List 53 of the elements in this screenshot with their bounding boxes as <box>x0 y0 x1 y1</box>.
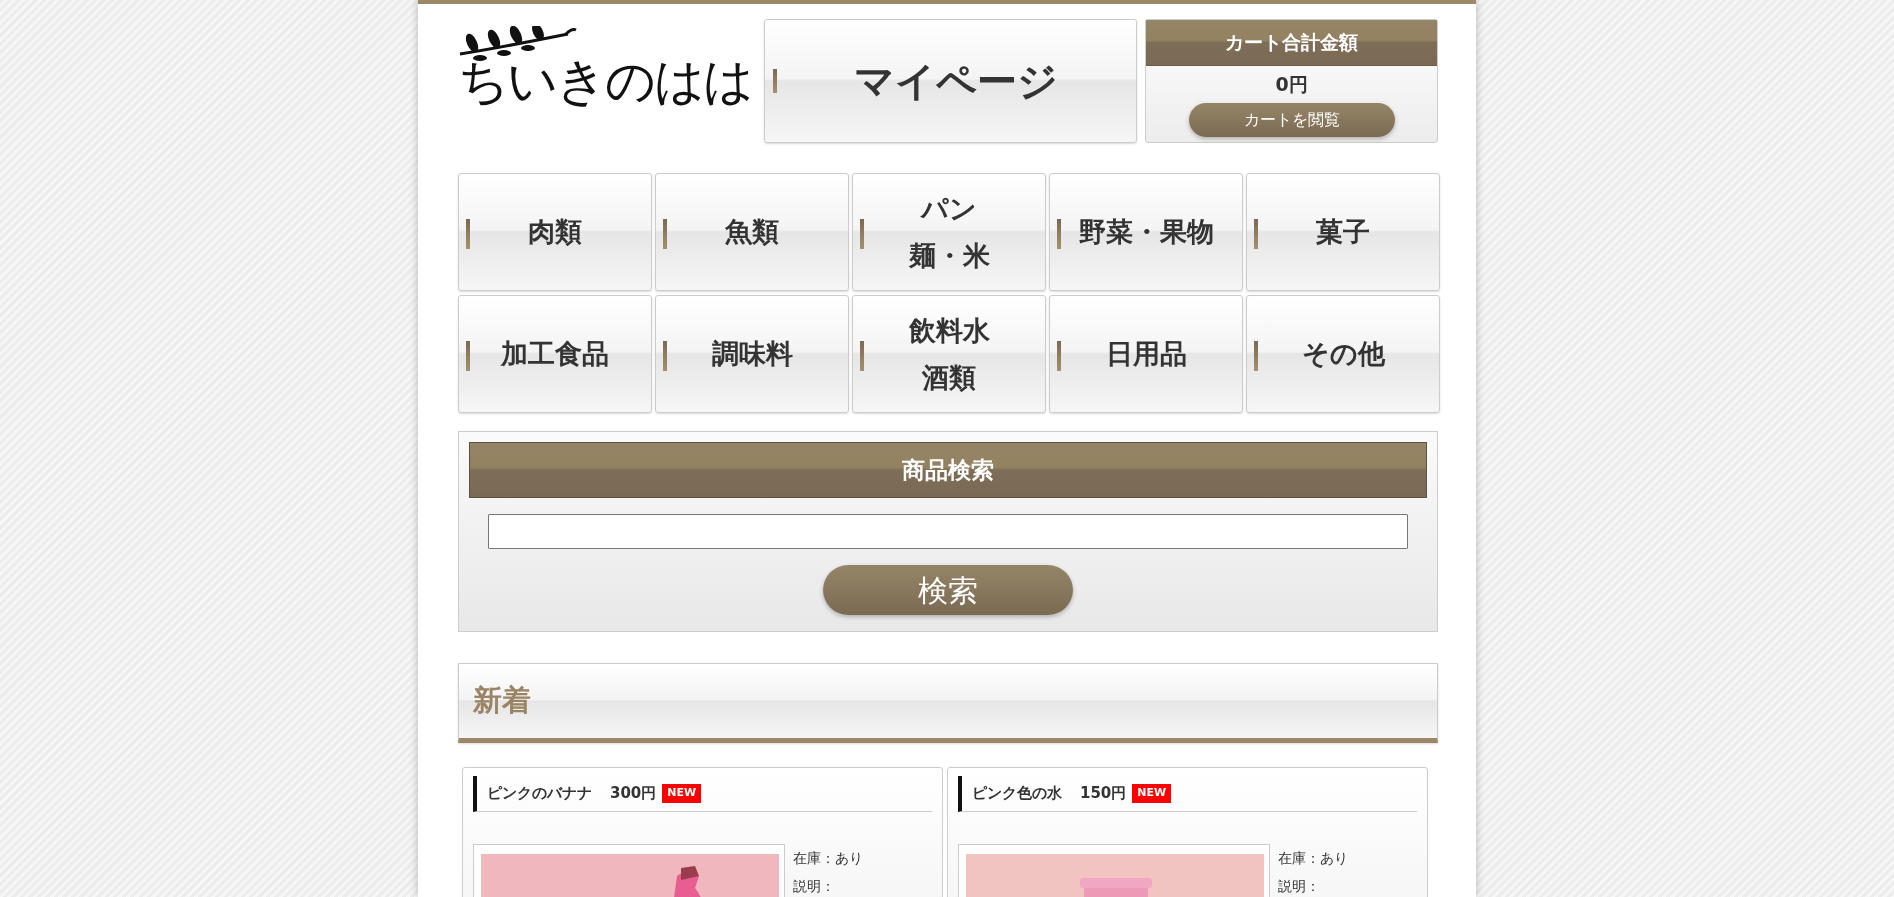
category-button[interactable]: 日用品 <box>1049 295 1243 413</box>
category-label[interactable]: その他 <box>1301 330 1385 378</box>
product-name[interactable]: ピンク色の水 <box>972 782 1062 805</box>
category-label[interactable]: 日用品 <box>1105 330 1187 378</box>
product-price: 300円 <box>610 783 657 804</box>
stock-text: 在庫：あり <box>793 848 863 868</box>
divider-mark-icon <box>466 219 470 249</box>
category-button[interactable]: 菓子 <box>1246 173 1440 291</box>
category-label[interactable]: パン <box>908 184 990 232</box>
category-button[interactable]: パン 麺・米 <box>852 173 1046 291</box>
divider-mark-icon <box>860 219 864 249</box>
product-price: 150円 <box>1080 783 1127 804</box>
category-button[interactable]: その他 <box>1246 295 1440 413</box>
search-header: 商品検索 <box>469 442 1427 498</box>
category-label[interactable]: 調味料 <box>711 330 793 378</box>
divider-mark-icon <box>663 219 667 249</box>
category-button[interactable]: 飲料水 酒類 <box>852 295 1046 413</box>
divider-mark-icon <box>1254 219 1258 249</box>
category-label[interactable]: 肉類 <box>528 208 582 256</box>
divider-mark-icon <box>860 341 864 371</box>
category-label[interactable]: 菓子 <box>1316 208 1370 256</box>
divider-mark-icon <box>1057 341 1061 371</box>
cart-total-amount: 0円 <box>1275 72 1308 97</box>
category-label[interactable]: 魚類 <box>725 208 779 256</box>
category-label[interactable]: 麺・米 <box>908 232 990 280</box>
category-button[interactable]: 加工食品 <box>458 295 652 413</box>
category-label[interactable]: 加工食品 <box>501 330 609 378</box>
divider-mark-icon <box>1057 219 1061 249</box>
new-badge: NEW <box>1132 784 1172 803</box>
search-button[interactable]: 検索 <box>823 565 1073 615</box>
divider-mark-icon <box>466 341 470 371</box>
category-button[interactable]: 魚類 <box>655 173 849 291</box>
leaf-branch-icon <box>458 26 578 62</box>
mypage-link[interactable]: マイページ <box>763 19 1138 143</box>
product-name[interactable]: ピンクのバナナ <box>487 782 592 805</box>
category-button[interactable]: 調味料 <box>655 295 849 413</box>
category-label[interactable]: 野菜・果物 <box>1078 208 1214 256</box>
category-button[interactable]: 野菜・果物 <box>1049 173 1243 291</box>
divider-mark-icon <box>663 341 667 371</box>
description-label: 説明： <box>1278 876 1321 896</box>
divider-mark-icon <box>1254 341 1258 371</box>
category-label[interactable]: 酒類 <box>908 354 990 402</box>
section-title: 新着 <box>473 682 531 720</box>
description-label: 説明： <box>793 876 836 896</box>
new-badge: NEW <box>662 784 702 803</box>
category-label[interactable]: 飲料水 <box>908 306 990 354</box>
divider-mark-icon <box>772 69 777 93</box>
category-button[interactable]: 肉類 <box>458 173 652 291</box>
search-field[interactable] <box>488 514 1408 549</box>
logo-text[interactable]: ちいきのはは <box>458 56 756 106</box>
cart-total-header: カート合計金額 <box>1146 20 1437 66</box>
view-cart-button[interactable]: カートを閲覧 <box>1188 102 1395 137</box>
stock-text: 在庫：あり <box>1278 848 1348 868</box>
